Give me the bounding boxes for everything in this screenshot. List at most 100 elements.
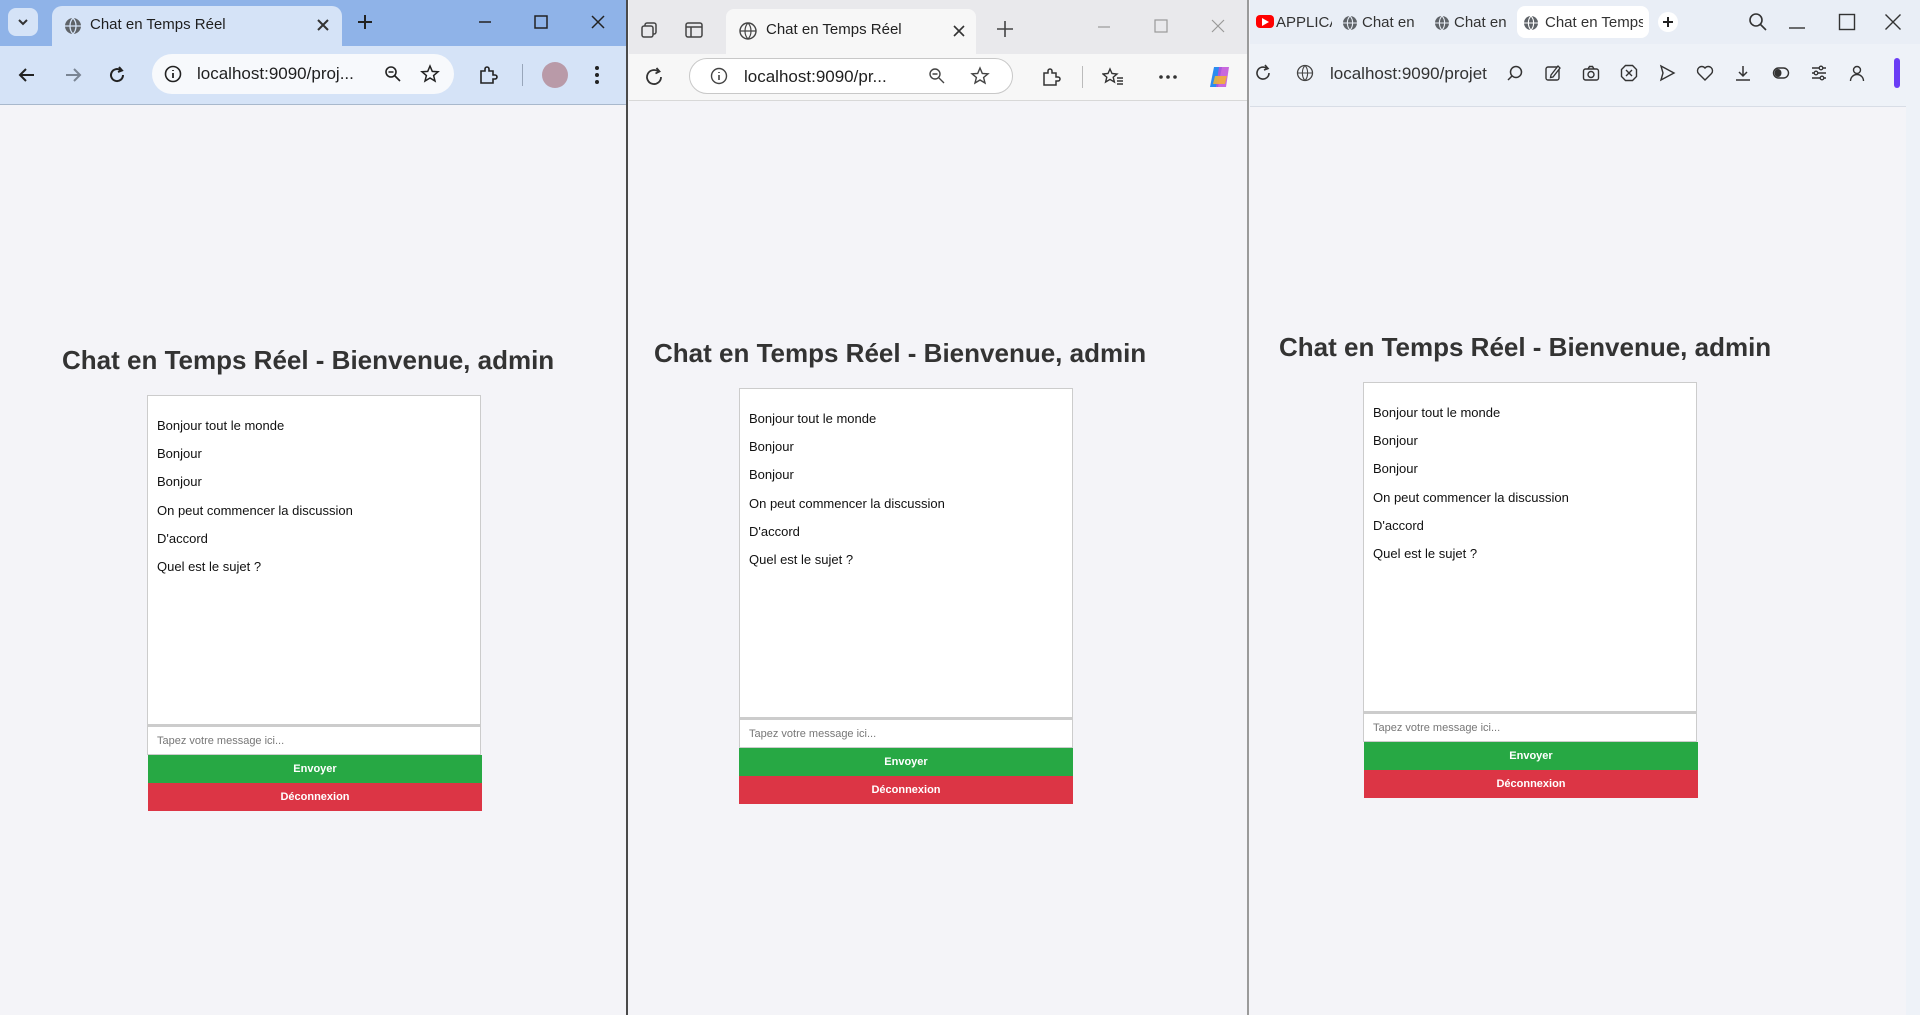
reload-icon[interactable] bbox=[1254, 64, 1272, 82]
tab-title: Chat en Temps Réel bbox=[766, 21, 902, 38]
more-menu-icon[interactable] bbox=[1158, 74, 1178, 80]
message-input[interactable]: Tapez votre message ici... bbox=[1363, 712, 1697, 742]
logout-button[interactable]: Déconnexion bbox=[739, 776, 1073, 804]
send-icon[interactable] bbox=[1658, 64, 1676, 82]
sidebar-accent bbox=[1894, 58, 1900, 88]
edit-icon[interactable] bbox=[1544, 64, 1562, 82]
opera-tab-2[interactable]: Chat en bbox=[1340, 6, 1426, 38]
url-text[interactable]: localhost:9090/projet bbox=[1330, 64, 1487, 84]
tab-title: Chat en bbox=[1454, 14, 1507, 31]
lens-icon[interactable] bbox=[1506, 64, 1524, 82]
page-title: Chat en Temps Réel - Bienvenue, admin bbox=[654, 338, 1147, 368]
avatar[interactable] bbox=[542, 62, 568, 88]
heart-icon[interactable] bbox=[1696, 64, 1714, 82]
opera-toolbar: localhost:9090/projet bbox=[1250, 44, 1920, 107]
favorites-icon[interactable] bbox=[1102, 67, 1124, 87]
chat-message: Quel est le sujet ? bbox=[749, 552, 854, 567]
opera-sidebar bbox=[1906, 106, 1920, 1015]
page-title: Chat en Temps Réel - Bienvenue, admin bbox=[1279, 332, 1772, 362]
extensions-icon[interactable] bbox=[478, 65, 498, 85]
edge-tab-chat[interactable]: Chat en Temps Réel bbox=[726, 9, 976, 54]
chrome-window: Chat en Temps Réel localhost:9090/proj..… bbox=[0, 0, 628, 1015]
opera-tab-strip: APPLICA Chat en Chat en Chat en Temps bbox=[1250, 0, 1920, 44]
close-tab-icon[interactable] bbox=[316, 18, 330, 32]
easy-setup-icon[interactable] bbox=[1810, 64, 1828, 82]
chrome-tab-chat[interactable]: Chat en Temps Réel bbox=[52, 6, 342, 46]
message-input[interactable]: Tapez votre message ici... bbox=[147, 725, 481, 755]
maximize-icon[interactable] bbox=[1153, 18, 1169, 34]
site-info-icon[interactable] bbox=[710, 67, 728, 85]
send-button[interactable]: Envoyer bbox=[739, 748, 1073, 776]
opera-tab-1[interactable]: APPLICA bbox=[1254, 6, 1334, 38]
youtube-icon bbox=[1256, 15, 1274, 28]
globe-icon bbox=[64, 17, 82, 35]
extensions-icon[interactable] bbox=[1041, 67, 1061, 87]
profile-icon[interactable] bbox=[1848, 64, 1866, 82]
minimize-icon[interactable] bbox=[1788, 14, 1806, 30]
chat-message: Quel est le sujet ? bbox=[157, 559, 262, 574]
chat-message: Bonjour bbox=[157, 446, 202, 461]
edge-tab-strip: Chat en Temps Réel bbox=[629, 0, 1247, 54]
download-icon[interactable] bbox=[1734, 64, 1752, 82]
opera-tab-3[interactable]: Chat en bbox=[1432, 6, 1518, 38]
chat-message: On peut commencer la discussion bbox=[749, 496, 945, 511]
copilot-icon[interactable] bbox=[1207, 64, 1233, 90]
favorite-star-icon[interactable] bbox=[970, 66, 990, 86]
send-button[interactable]: Envoyer bbox=[148, 755, 482, 783]
minimize-icon[interactable] bbox=[477, 14, 493, 30]
chat-message: Quel est le sujet ? bbox=[1373, 546, 1478, 561]
reload-icon[interactable] bbox=[643, 66, 665, 88]
maximize-icon[interactable] bbox=[533, 14, 549, 30]
camera-icon[interactable] bbox=[1582, 64, 1600, 82]
maximize-icon[interactable] bbox=[1838, 13, 1856, 31]
new-tab-icon[interactable] bbox=[1658, 12, 1678, 32]
vertical-tabs-icon[interactable] bbox=[684, 20, 704, 40]
globe-icon[interactable] bbox=[1296, 64, 1314, 82]
adblock-icon[interactable] bbox=[1620, 64, 1638, 82]
tab-title: APPLICA bbox=[1276, 14, 1332, 31]
new-tab-icon[interactable] bbox=[356, 13, 374, 31]
message-input[interactable]: Tapez votre message ici... bbox=[739, 718, 1073, 748]
chat-message: Bonjour bbox=[1373, 461, 1418, 476]
edge-window: Chat en Temps Réel localhost:9090/pr... bbox=[629, 0, 1249, 1015]
site-info-icon[interactable] bbox=[164, 65, 182, 83]
logout-button[interactable]: Déconnexion bbox=[148, 783, 482, 811]
tab-title: Chat en Temps Réel bbox=[90, 16, 226, 33]
toolbar-divider bbox=[1082, 66, 1083, 88]
toolbar-divider bbox=[522, 64, 523, 86]
chrome-tab-strip: Chat en Temps Réel bbox=[0, 0, 626, 46]
logout-button[interactable]: Déconnexion bbox=[1364, 770, 1698, 798]
close-window-icon[interactable] bbox=[1884, 13, 1902, 31]
zoom-icon[interactable] bbox=[384, 65, 402, 83]
minimize-icon[interactable] bbox=[1096, 19, 1112, 35]
close-window-icon[interactable] bbox=[590, 14, 606, 30]
reload-icon[interactable] bbox=[108, 66, 126, 84]
close-tab-icon[interactable] bbox=[952, 24, 966, 38]
chat-message: Bonjour bbox=[1373, 433, 1418, 448]
toggle-icon[interactable] bbox=[1772, 64, 1790, 82]
page-title: Chat en Temps Réel - Bienvenue, admin bbox=[62, 345, 555, 375]
chat-messages: Bonjour tout le monde Bonjour Bonjour On… bbox=[1363, 382, 1697, 712]
new-tab-icon[interactable] bbox=[995, 19, 1015, 39]
address-bar[interactable]: localhost:9090/pr... bbox=[689, 58, 1013, 94]
opera-tab-4[interactable]: Chat en Temps bbox=[1517, 6, 1649, 38]
more-menu-icon[interactable] bbox=[594, 65, 600, 85]
address-bar[interactable]: localhost:9090/proj... bbox=[152, 54, 454, 94]
forward-icon[interactable] bbox=[64, 66, 82, 84]
chat-messages: Bonjour tout le monde Bonjour Bonjour On… bbox=[147, 395, 481, 725]
back-icon[interactable] bbox=[18, 66, 36, 84]
workspaces-icon[interactable] bbox=[639, 20, 659, 40]
chat-message: D'accord bbox=[1373, 518, 1424, 533]
chat-message: Bonjour tout le monde bbox=[1373, 405, 1501, 420]
url-text: localhost:9090/proj... bbox=[197, 64, 354, 83]
zoom-icon[interactable] bbox=[928, 67, 946, 85]
chat-message: D'accord bbox=[157, 531, 208, 546]
tab-search-icon[interactable] bbox=[8, 8, 38, 36]
bookmark-star-icon[interactable] bbox=[420, 64, 440, 84]
send-button[interactable]: Envoyer bbox=[1364, 742, 1698, 770]
tab-title: Chat en bbox=[1362, 14, 1415, 31]
search-tabs-icon[interactable] bbox=[1748, 12, 1768, 32]
chrome-toolbar: localhost:9090/proj... bbox=[0, 46, 626, 105]
close-window-icon[interactable] bbox=[1210, 18, 1226, 34]
globe-icon bbox=[1342, 15, 1358, 31]
